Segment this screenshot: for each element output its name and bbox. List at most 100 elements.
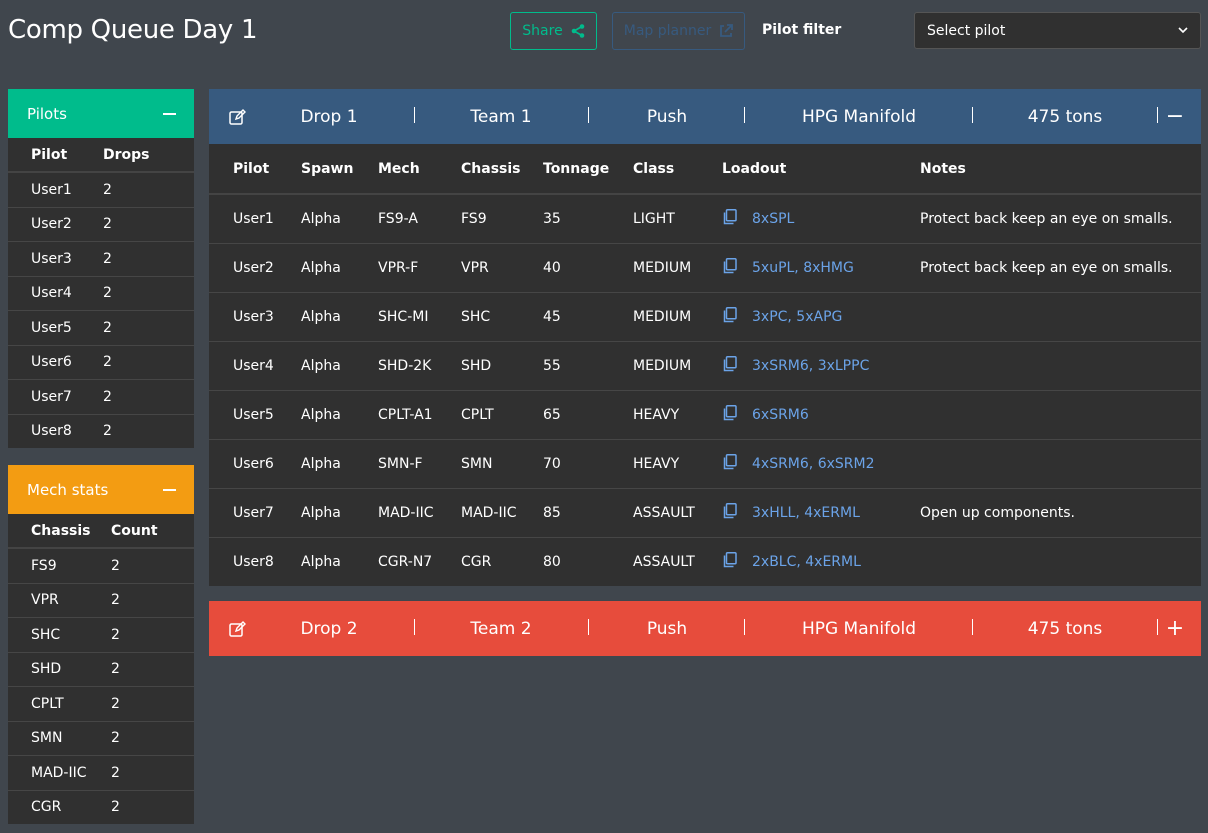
cell-notes: [920, 341, 1201, 391]
header-separator: [744, 619, 745, 635]
cell-value: 2: [103, 241, 194, 276]
copy-icon[interactable]: [722, 552, 737, 572]
loadout-link[interactable]: 8xSPL: [752, 211, 794, 227]
cell-mech: SHC-MI: [378, 292, 461, 342]
cell-loadout: 3xPC, 5xAPG: [722, 292, 920, 342]
copy-icon[interactable]: [722, 454, 737, 474]
mech-stats-card-header[interactable]: Mech stats: [8, 465, 194, 514]
drop-team: Team 1: [470, 106, 532, 127]
cell-value: 2: [103, 171, 194, 207]
table-row: User3 Alpha SHC-MI SHC 45 MEDIUM 3xPC, 5xAPG: [209, 292, 1201, 342]
cell-class: LIGHT: [633, 193, 722, 244]
external-link-icon: [720, 24, 734, 37]
cell-name: User1: [8, 171, 103, 207]
cell-name: VPR: [8, 582, 111, 618]
loadout-link[interactable]: 5xuPL, 8xHMG: [752, 260, 854, 276]
cell-loadout: 6xSRM6: [722, 390, 920, 440]
cell-value: 2: [103, 379, 194, 414]
cell-spawn: Alpha: [301, 292, 378, 342]
loadout-link[interactable]: 6xSRM6: [752, 407, 809, 423]
mech-stats-card-title: Mech stats: [27, 480, 109, 499]
share-label: Share: [522, 23, 563, 39]
header-separator: [972, 107, 973, 123]
pilots-card-header[interactable]: Pilots: [8, 89, 194, 138]
minus-icon[interactable]: [163, 488, 176, 491]
loadout-link[interactable]: 2xBLC, 4xERML: [752, 554, 861, 570]
copy-icon[interactable]: [722, 209, 737, 229]
cell-spawn: Alpha: [301, 537, 378, 586]
pilot-row: User3 2: [8, 241, 194, 276]
edit-icon[interactable]: [228, 601, 248, 656]
cell-mech: SHD-2K: [378, 341, 461, 391]
table-row: User6 Alpha SMN-F SMN 70 HEAVY 4xSRM6, 6xSRM2: [209, 439, 1201, 489]
copy-icon[interactable]: [722, 307, 737, 327]
copy-icon[interactable]: [722, 405, 737, 425]
column-header-class: Class: [633, 144, 722, 195]
share-button[interactable]: Share: [510, 12, 597, 50]
share-icon: [571, 24, 585, 38]
copy-icon[interactable]: [722, 503, 737, 523]
pilot-row: User5 2: [8, 310, 194, 345]
cell-chassis: SHD: [461, 341, 543, 391]
mech-stat-row: SHD 2: [8, 651, 194, 687]
mech-stats-card: Mech stats Chassis Count FS9 2 VPR 2 SHC 2 SHD…: [8, 465, 194, 824]
pilot-row: User4 2: [8, 275, 194, 311]
column-header-loadout: Loadout: [722, 144, 920, 195]
minus-icon[interactable]: [163, 112, 176, 115]
cell-notes: Protect back keep an eye on smalls.: [920, 193, 1201, 244]
loadout-link[interactable]: 4xSRM6, 6xSRM2: [752, 456, 875, 472]
cell-class: ASSAULT: [633, 488, 722, 538]
table-row: User2 Alpha VPR-F VPR 40 MEDIUM 5xuPL, 8xHMG Pr…: [209, 243, 1201, 293]
loadout-link[interactable]: 3xHLL, 4xERML: [752, 505, 860, 521]
cell-spawn: Alpha: [301, 439, 378, 489]
edit-icon[interactable]: [228, 89, 248, 144]
expand-toggle-icon[interactable]: +: [1165, 601, 1185, 656]
drop-1-roster-table: Pilot Spawn Mech Chassis Tonnage Class L…: [209, 144, 1201, 586]
drop-2-header[interactable]: Drop 2 Team 2 Push HPG Manifold 475 tons…: [209, 601, 1201, 656]
drop-1-header[interactable]: Drop 1 Team 1 Push HPG Manifold 475 tons…: [209, 89, 1201, 144]
cell-chassis: VPR: [461, 243, 543, 293]
cell-name: SHD: [8, 651, 111, 687]
drop-map: HPG Manifold: [801, 618, 917, 639]
cell-spawn: Alpha: [301, 193, 378, 244]
column-header-count: Count: [111, 514, 194, 549]
loadout-link[interactable]: 3xSRM6, 3xLPPC: [752, 358, 869, 374]
copy-icon[interactable]: [722, 258, 737, 278]
cell-value: 2: [103, 206, 194, 242]
cell-pilot: User2: [209, 243, 301, 293]
loadout-link[interactable]: 3xPC, 5xAPG: [752, 309, 842, 325]
drop-1-panel: Drop 1 Team 1 Push HPG Manifold 475 tons…: [209, 89, 1201, 586]
cell-spawn: Alpha: [301, 390, 378, 440]
cell-mech: CPLT-A1: [378, 390, 461, 440]
drop-mode: Push: [646, 106, 688, 127]
cell-name: User3: [8, 241, 103, 276]
cell-pilot: User3: [209, 292, 301, 342]
cell-loadout: 2xBLC, 4xERML: [722, 537, 920, 586]
cell-class: ASSAULT: [633, 537, 722, 586]
pilot-row: User8 2: [8, 413, 194, 448]
cell-value: 2: [111, 617, 194, 652]
map-planner-button[interactable]: Map planner: [612, 12, 745, 50]
cell-loadout: 3xSRM6, 3xLPPC: [722, 341, 920, 391]
header-separator: [588, 619, 589, 635]
cell-mech: VPR-F: [378, 243, 461, 293]
copy-icon[interactable]: [722, 356, 737, 376]
drop-team: Team 2: [470, 618, 532, 639]
cell-mech: SMN-F: [378, 439, 461, 489]
header-separator: [972, 619, 973, 635]
cell-pilot: User8: [209, 537, 301, 586]
column-header-pilot: Pilot: [8, 138, 103, 173]
mech-stat-row: MAD-IIC 2: [8, 755, 194, 790]
pilot-filter-label: Pilot filter: [762, 22, 842, 38]
cell-name: User2: [8, 206, 103, 242]
mech-stats-table: Chassis Count FS9 2 VPR 2 SHC 2 SHD 2 CPLT 2 SMN 2 M…: [8, 514, 194, 824]
table-row: User7 Alpha MAD-IIC MAD-IIC 85 ASSAULT 3xHLL, …: [209, 488, 1201, 538]
cell-value: 2: [111, 582, 194, 618]
column-header-spawn: Spawn: [301, 144, 378, 195]
collapse-toggle-icon[interactable]: −: [1165, 89, 1185, 144]
cell-notes: Open up components.: [920, 488, 1201, 538]
cell-tonnage: 35: [543, 193, 633, 244]
pilot-select[interactable]: Select pilot: [914, 12, 1201, 49]
cell-value: 2: [103, 413, 194, 448]
table-row: User4 Alpha SHD-2K SHD 55 MEDIUM 3xSRM6, 3xLPP…: [209, 341, 1201, 391]
